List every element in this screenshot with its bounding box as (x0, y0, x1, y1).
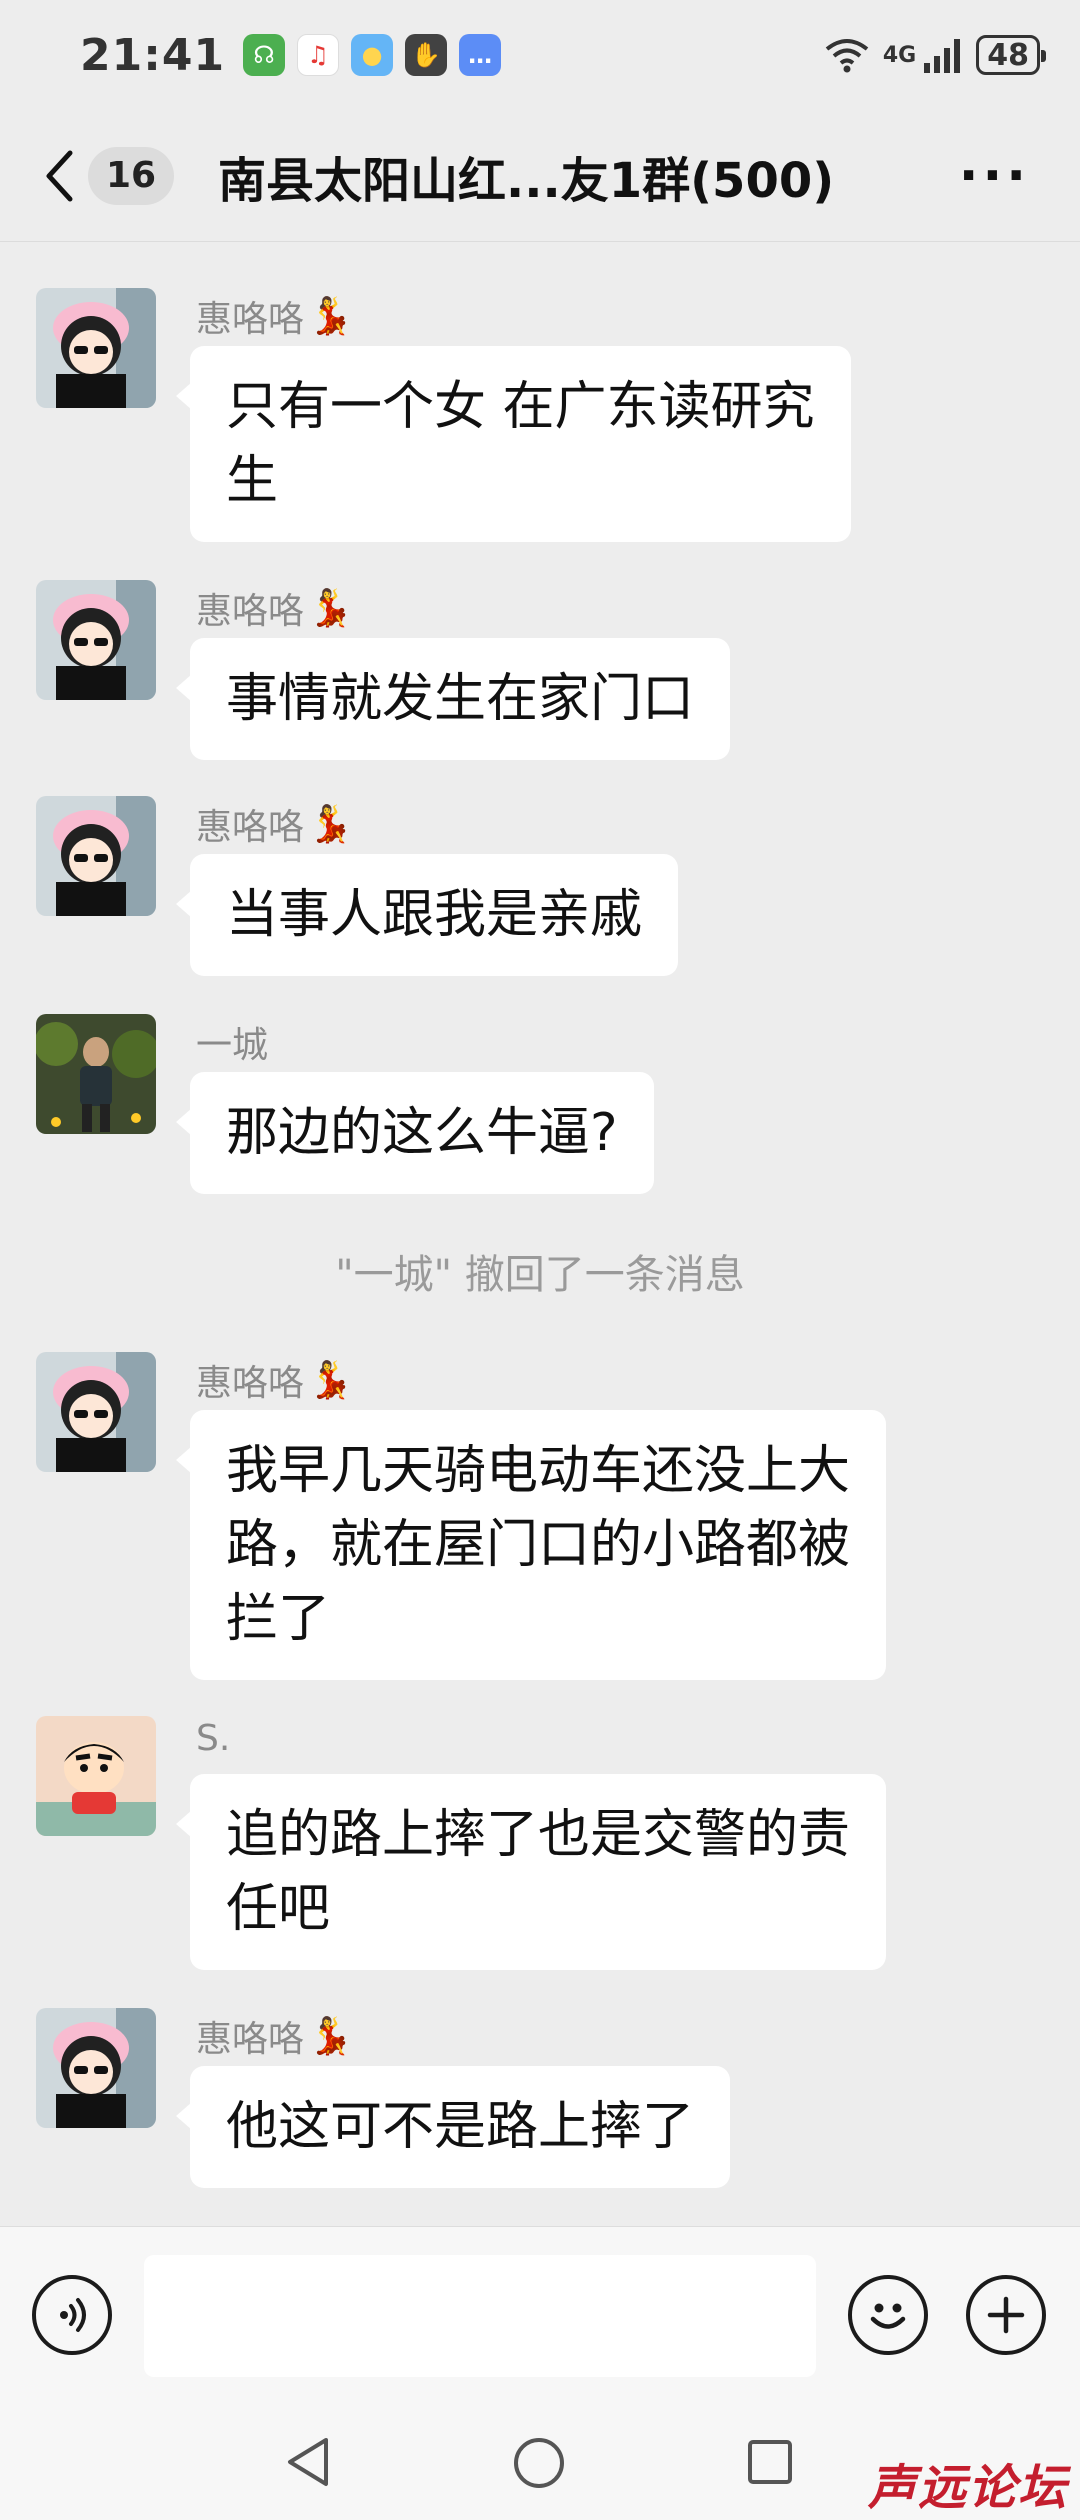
nav-back-button[interactable] (284, 2436, 332, 2492)
message-bubble[interactable]: 追的路上摔了也是交警的责 任吧 (175, 1774, 887, 1970)
message-line: 任吧 (226, 1879, 331, 1939)
message-bubble[interactable]: 只有一个女 在广东读研究 生 (176, 346, 851, 542)
signal-icon (924, 39, 961, 73)
sender-name: 惠咯咯 💃 (196, 1354, 353, 1406)
dancer-emoji: 💃 (308, 1360, 353, 1401)
message-line: 他这可不是路上摔了 (226, 2097, 695, 2157)
back-button[interactable]: 16 (44, 126, 174, 226)
nav-home-button[interactable] (512, 2436, 566, 2494)
voice-input-button[interactable] (32, 2275, 112, 2355)
dancer-emoji: 💃 (308, 2016, 353, 2057)
message-bubble[interactable]: 我早几天骑电动车还没上大 路，就在屋门口的小路都被 拦了 (175, 1410, 887, 1680)
message-app-icon: … (459, 34, 502, 76)
message-bubble[interactable]: 那边的这么牛逼? (176, 1072, 654, 1194)
message-bubble[interactable]: 当事人跟我是亲戚 (175, 854, 679, 976)
sender-name-text: 惠咯咯 (196, 299, 305, 340)
message-bubble[interactable]: 事情就发生在家门口 (175, 638, 731, 760)
sender-name: S. (196, 1718, 234, 1759)
square-recents-icon (748, 2440, 792, 2484)
girl-avatar[interactable] (36, 2008, 156, 2128)
more-functions-button[interactable] (966, 2275, 1046, 2355)
message-line: 路，就在屋门口的小路都被 (226, 1515, 851, 1575)
sender-name-text: 惠咯咯 (196, 807, 305, 848)
weather-app-icon: ● (351, 34, 394, 76)
sender-name-text: 惠咯咯 (196, 591, 305, 632)
message-line: 事情就发生在家门口 (226, 669, 695, 729)
notification-icons: ☊ ♫ ● ✋ … (243, 34, 502, 76)
sender-name-text: S. (196, 1718, 231, 1759)
voice-icon (60, 2298, 86, 2332)
message-line: 我早几天骑电动车还没上大 (226, 1441, 851, 1501)
girl-avatar[interactable] (36, 288, 156, 408)
forum-watermark: 声远论坛 (867, 2460, 1068, 2516)
man-avatar[interactable] (36, 1014, 156, 1134)
hand-app-icon: ✋ (405, 34, 448, 76)
message-line: 只有一个女 在广东读研究 (226, 377, 815, 437)
dancer-emoji: 💃 (308, 804, 353, 845)
girl-avatar[interactable] (36, 580, 156, 700)
status-bar: 21:41 ☊ ♫ ● ✋ … 4G 48 (0, 0, 1080, 110)
sender-name-text: 惠咯咯 (196, 1363, 305, 1404)
dancer-emoji: 💃 (308, 296, 353, 337)
sender-name-text: 惠咯咯 (196, 2019, 305, 2060)
cartoon-avatar[interactable] (36, 1716, 156, 1836)
sender-name: 惠咯咯 💃 (196, 798, 353, 850)
sender-name: 惠咯咯 💃 (196, 290, 353, 342)
sender-name: 一城 (196, 1016, 272, 1068)
dancer-emoji: 💃 (308, 588, 353, 629)
chevron-left-icon (44, 146, 80, 206)
wifi-icon (825, 39, 869, 73)
recall-notice: "一城" 撤回了一条消息 (335, 1252, 745, 1298)
girl-avatar[interactable] (36, 1352, 156, 1472)
girl-avatar[interactable] (36, 796, 156, 916)
network-label: 4G (882, 42, 917, 68)
system-nav-bar: 声远论坛 (0, 2404, 1080, 2520)
status-time: 21:41 (80, 29, 226, 81)
message-line: 那边的这么牛逼? (226, 1103, 618, 1163)
music-app-icon: ♫ (297, 34, 340, 76)
message-line: 追的路上摔了也是交警的责 (226, 1805, 851, 1865)
chat-input-bar (0, 2226, 1080, 2404)
battery-indicator: 48 (976, 35, 1046, 75)
emoji-button[interactable] (848, 2275, 928, 2355)
sender-name: 惠咯咯 💃 (196, 2010, 353, 2062)
unread-count-badge: 16 (88, 146, 174, 205)
circle-home-icon (514, 2438, 564, 2488)
sender-name: 惠咯咯 💃 (196, 582, 353, 634)
message-line: 拦了 (226, 1589, 331, 1649)
message-line: 当事人跟我是亲戚 (226, 885, 643, 945)
message-input[interactable] (144, 2255, 816, 2377)
message-line: 生 (226, 451, 279, 511)
message-bubble[interactable]: 他这可不是路上摔了 (175, 2066, 731, 2188)
smiley-icon (870, 2303, 906, 2329)
status-right: 4G 48 (825, 35, 1046, 75)
sender-name-text: 一城 (196, 1025, 269, 1066)
more-options-button[interactable]: ··· (959, 146, 1030, 206)
nav-recents-button[interactable] (746, 2436, 794, 2492)
chat-title: 南县太阳山红...友1群(500) (218, 152, 835, 209)
triangle-back-icon (288, 2438, 328, 2486)
chat-header: 16 南县太阳山红...友1群(500) ··· (0, 110, 1080, 242)
plus-icon (987, 2296, 1025, 2334)
fingerprint-app-icon: ☊ (243, 34, 286, 76)
